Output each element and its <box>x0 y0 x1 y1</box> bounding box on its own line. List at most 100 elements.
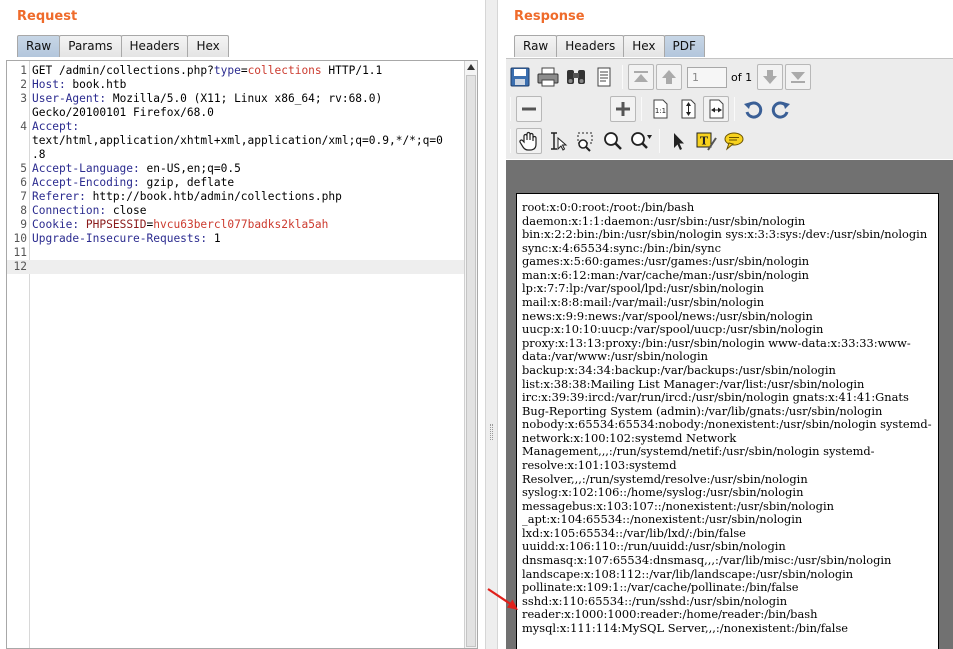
request-tab-headers[interactable]: Headers <box>120 35 189 57</box>
request-line[interactable]: 1 GET /admin/collections.php?type=collect… <box>7 64 465 78</box>
pdf-text-line: lxd:x:105:65534::/var/lib/lxd/:/bin/fals… <box>522 525 746 540</box>
request-line[interactable]: .8 <box>7 148 465 162</box>
line-code: Accept-Encoding: gzip, deflate <box>32 176 234 190</box>
zoom-dropdown-icon[interactable] <box>628 128 654 154</box>
line-number: 12 <box>13 260 27 273</box>
splitter-grip-icon[interactable] <box>490 424 493 440</box>
request-line[interactable]: 3 User-Agent: Mozilla/5.0 (X11; Linux x86… <box>7 92 465 106</box>
request-line[interactable]: 4 Accept: <box>7 120 465 134</box>
scrollbar-thumb[interactable] <box>466 75 476 647</box>
pdf-page: root:x:0:0:root:/root:/bin/bash daemon:x:… <box>516 193 939 649</box>
code-token: PHPSESSID <box>85 218 147 231</box>
fit-width-icon[interactable] <box>703 96 729 122</box>
request-line[interactable]: 5 Accept-Language: en-US,en;q=0.5 <box>7 162 465 176</box>
scroll-up-icon[interactable] <box>467 64 475 70</box>
save-icon[interactable] <box>507 64 533 90</box>
first-page-icon[interactable] <box>628 64 654 90</box>
request-line[interactable]: 6 Accept-Encoding: gzip, deflate <box>7 176 465 190</box>
line-code: User-Agent: Mozilla/5.0 (X11; Linux x86_… <box>32 92 382 106</box>
panel-splitter[interactable] <box>485 0 498 649</box>
line-number: 5 <box>20 162 27 175</box>
toolbar-separator <box>510 97 511 121</box>
svg-text:1:1: 1:1 <box>655 107 666 115</box>
annotate-icon[interactable]: T <box>693 128 719 154</box>
last-page-icon[interactable] <box>785 64 812 90</box>
line-number: 9 <box>20 218 27 231</box>
pdf-text-line: Management,,,:/run/systemd/netif:/usr/sb… <box>522 444 875 459</box>
pdf-content: root:x:0:0:root:/root:/bin/bash daemon:x:… <box>522 200 935 636</box>
pointer-icon[interactable] <box>665 128 691 154</box>
next-page-icon[interactable] <box>757 64 784 90</box>
request-line[interactable]: 10 Upgrade-Insecure-Requests: 1 <box>7 232 465 246</box>
request-line[interactable]: 8 Connection: close <box>7 204 465 218</box>
toolbar-separator <box>659 129 660 153</box>
document-properties-icon[interactable] <box>591 64 617 90</box>
pdf-text-line: network:x:100:102:systemd Network <box>522 430 737 445</box>
request-editor[interactable]: 1 GET /admin/collections.php?type=collect… <box>6 60 478 649</box>
request-tab-hex[interactable]: Hex <box>187 35 229 57</box>
code-token: book.htb <box>65 78 127 91</box>
request-lines: 1 GET /admin/collections.php?type=collect… <box>7 64 465 274</box>
pdf-text-line: man:x:6:12:man:/var/cache/man:/usr/sbin/… <box>522 267 810 282</box>
print-icon[interactable] <box>535 64 561 90</box>
page-number-input[interactable]: 1 <box>687 66 727 88</box>
request-line[interactable]: 11 <box>7 246 465 260</box>
toolbar-separator <box>641 97 642 121</box>
pdf-text-line: backup:x:34:34:backup:/var/backups:/usr/… <box>522 362 836 377</box>
binoculars-icon[interactable] <box>563 64 589 90</box>
request-panel: Request Raw Params Headers Hex 1 GET /adm… <box>0 0 485 649</box>
line-code: .8 <box>32 148 45 162</box>
request-line[interactable]: 7 Referer: http://book.htb/admin/collecti… <box>7 190 465 204</box>
page-count-label: of 1 <box>731 70 753 84</box>
actual-size-icon[interactable]: 1:1 <box>647 96 673 122</box>
request-line[interactable]: Gecko/20100101 Firefox/68.0 <box>7 106 465 120</box>
line-number: 11 <box>13 246 27 259</box>
hand-tool-icon[interactable] <box>516 128 542 154</box>
pdf-text-line: lp:x:7:7:lp:/var/spool/lpd:/usr/sbin/nol… <box>522 281 764 296</box>
code-token: Accept: <box>32 120 80 133</box>
code-token: gzip, deflate <box>139 176 235 189</box>
request-scrollbar[interactable] <box>464 61 477 648</box>
pdf-viewport[interactable]: root:x:0:0:root:/root:/bin/bash daemon:x:… <box>506 160 953 649</box>
zoom-out-icon[interactable] <box>516 96 542 122</box>
response-panel: Response Raw Headers Hex PDF 1 of 1 1:1 … <box>498 0 953 649</box>
response-tab-hex[interactable]: Hex <box>623 35 665 57</box>
rotate-left-icon[interactable] <box>740 96 766 122</box>
request-line[interactable]: 12 <box>7 260 465 274</box>
pdf-text-line: sshd:x:110:65534::/run/sshd:/usr/sbin/no… <box>522 593 788 608</box>
pdf-toolbar-row-1: 1 of 1 <box>506 61 812 93</box>
line-code: Upgrade-Insecure-Requests: 1 <box>32 232 221 246</box>
rotate-right-icon[interactable] <box>768 96 794 122</box>
pdf-text-line: reader:x:1000:1000:reader:/home/reader:/… <box>522 607 818 622</box>
request-title: Request <box>17 9 78 24</box>
area-select-icon[interactable] <box>572 128 598 154</box>
fit-page-icon[interactable] <box>675 96 701 122</box>
response-tab-raw[interactable]: Raw <box>514 35 558 57</box>
comment-icon[interactable] <box>721 128 747 154</box>
request-line[interactable]: 9 Cookie: PHPSESSID=hvcu63bercl077badks2k… <box>7 218 465 232</box>
toolbar-separator <box>622 65 623 89</box>
response-tab-headers[interactable]: Headers <box>556 35 625 57</box>
request-line[interactable]: 2 Host: book.htb <box>7 78 465 92</box>
pdf-text-line: nobody:x:65534:65534:nobody:/nonexistent… <box>522 417 932 432</box>
pdf-text-line: data:/var/www:/usr/sbin/nologin <box>522 349 708 364</box>
code-token: close <box>106 204 147 217</box>
pdf-text-line: proxy:x:13:13:proxy:/bin:/usr/sbin/nolog… <box>522 335 911 350</box>
pdf-text-line: Bug-Reporting System (admin):/var/lib/gn… <box>522 403 883 418</box>
magnifier-icon[interactable] <box>600 128 626 154</box>
code-token: Mozilla/5.0 (X11; Linux x86_64; rv:68.0) <box>106 92 383 105</box>
request-tab-params[interactable]: Params <box>59 35 122 57</box>
zoom-in-icon[interactable] <box>610 96 636 122</box>
pdf-text-line: uucp:x:10:10:uucp:/var/spool/uucp:/usr/s… <box>522 322 824 337</box>
response-tab-pdf[interactable]: PDF <box>663 35 705 57</box>
code-token: en-US,en;q=0.5 <box>139 162 241 175</box>
response-title: Response <box>514 9 585 24</box>
text-select-icon[interactable] <box>544 128 570 154</box>
code-token: .8 <box>32 148 46 161</box>
code-token: Accept-Encoding: <box>32 176 140 189</box>
previous-page-icon[interactable] <box>656 64 682 90</box>
pdf-text-line: _apt:x:104:65534::/nonexistent:/usr/sbin… <box>522 512 803 527</box>
request-line[interactable]: text/html,application/xhtml+xml,applicat… <box>7 134 465 148</box>
request-tab-raw[interactable]: Raw <box>17 35 61 57</box>
